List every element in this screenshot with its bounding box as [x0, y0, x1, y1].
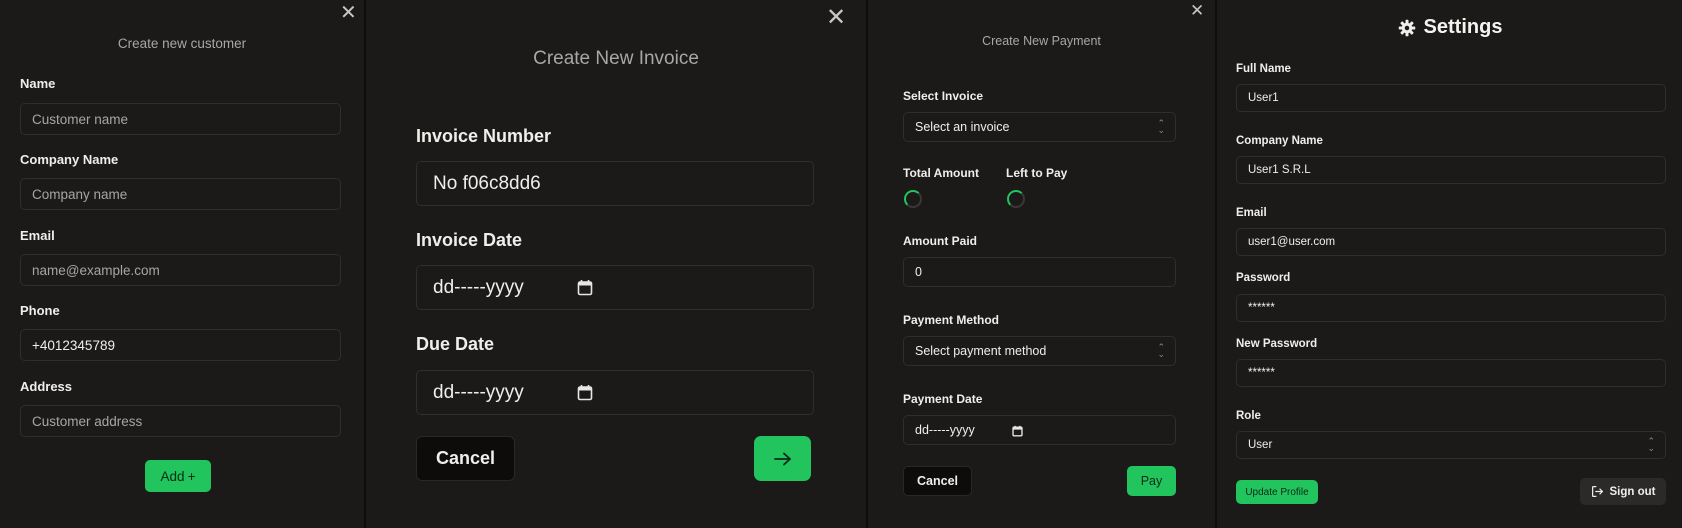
address-input[interactable]: Customer address — [20, 405, 341, 437]
amount-paid-label: Amount Paid — [903, 234, 977, 248]
new-password-label: New Password — [1236, 338, 1318, 350]
email-input[interactable]: user1@user.com — [1236, 228, 1666, 256]
password-input[interactable]: ****** — [1236, 294, 1666, 322]
email-input[interactable]: name@example.com — [20, 254, 341, 286]
pay-button[interactable]: Pay — [1127, 466, 1176, 496]
arrow-right-icon — [773, 452, 791, 465]
company-name-label: Company Name — [20, 152, 119, 167]
new-password-input[interactable]: ****** — [1236, 359, 1666, 387]
phone-input[interactable]: +4012345789 — [20, 329, 341, 361]
full-name-input[interactable]: User1 — [1236, 84, 1666, 112]
loading-spinner-icon — [1007, 190, 1025, 208]
due-date-input[interactable]: dd-----yyyy — [416, 370, 814, 415]
dialog-title: Create New Payment — [982, 34, 1101, 48]
calendar-icon[interactable] — [577, 279, 593, 296]
customer-name-input[interactable]: Customer name — [20, 103, 341, 135]
sign-out-button[interactable]: Sign out — [1580, 478, 1666, 505]
company-name-label: Company Name — [1236, 135, 1323, 147]
cancel-button[interactable]: Cancel — [416, 436, 515, 481]
total-amount-label: Total Amount — [903, 166, 979, 180]
chevron-updown-icon: ⌃ ⌄ — [1157, 117, 1165, 135]
email-label: Email — [20, 228, 55, 243]
gear-icon — [1398, 19, 1415, 36]
dialog-title: Create new customer — [117, 36, 247, 51]
address-label: Address — [20, 379, 73, 394]
update-profile-button[interactable]: Update Profile — [1236, 480, 1318, 504]
payment-method-label: Payment Method — [903, 313, 1000, 327]
invoice-date-label: Invoice Date — [416, 230, 523, 250]
calendar-icon[interactable] — [1012, 425, 1023, 437]
calendar-icon[interactable] — [577, 384, 593, 401]
loading-spinner-icon — [904, 190, 922, 208]
invoice-date-input[interactable]: dd-----yyyy — [416, 265, 814, 310]
settings-panel: Settings Full Name User1 Company Name Us… — [1218, 0, 1682, 528]
invoice-number-input[interactable]: No f06c8dd6 — [416, 161, 814, 206]
select-invoice-label: Select Invoice — [903, 89, 984, 103]
chevron-updown-icon: ⌃ ⌄ — [1647, 435, 1655, 453]
company-name-input[interactable]: Company name — [20, 178, 341, 210]
sign-out-label: Sign out — [1609, 485, 1656, 498]
invoice-number-label: Invoice Number — [416, 126, 552, 146]
chevron-updown-icon: ⌃ ⌄ — [1157, 341, 1165, 359]
role-select[interactable]: User ⌃ ⌄ — [1236, 431, 1666, 459]
name-label: Name — [20, 76, 56, 91]
role-label: Role — [1236, 410, 1261, 422]
create-payment-dialog: ✕ Create New Payment Select Invoice Sele… — [868, 0, 1215, 528]
add-customer-button[interactable]: Add + — [145, 460, 211, 492]
close-icon[interactable]: ✕ — [826, 5, 846, 29]
company-name-input[interactable]: User1 S.R.L — [1236, 156, 1666, 184]
settings-header: Settings — [1218, 16, 1682, 39]
amount-paid-input[interactable]: 0 — [903, 257, 1176, 287]
left-to-pay-label: Left to Pay — [1006, 166, 1068, 180]
create-customer-dialog: ✕ Create new customer Name Customer name… — [0, 0, 364, 523]
password-label: Password — [1236, 272, 1291, 284]
full-name-label: Full Name — [1236, 63, 1291, 75]
plus-icon: + — [187, 468, 196, 484]
sign-out-icon — [1591, 486, 1603, 497]
next-button[interactable] — [754, 436, 811, 481]
payment-date-input[interactable]: dd-----yyyy — [903, 415, 1176, 445]
email-label: Email — [1236, 207, 1267, 219]
due-date-label: Due Date — [416, 334, 495, 354]
settings-title: Settings — [1423, 16, 1503, 38]
dialog-title: Create New Invoice — [533, 48, 699, 69]
invoice-select[interactable]: Select an invoice ⌃ ⌄ — [903, 112, 1176, 142]
create-invoice-dialog: ✕ Create New Invoice Invoice Number No f… — [366, 0, 866, 528]
close-icon[interactable]: ✕ — [340, 2, 357, 22]
phone-label: Phone — [20, 303, 60, 318]
cancel-button[interactable]: Cancel — [903, 466, 972, 496]
payment-method-select[interactable]: Select payment method ⌃ ⌄ — [903, 336, 1176, 366]
add-button-label: Add — [160, 468, 185, 484]
payment-date-label: Payment Date — [903, 392, 983, 406]
close-icon[interactable]: ✕ — [1190, 3, 1204, 20]
